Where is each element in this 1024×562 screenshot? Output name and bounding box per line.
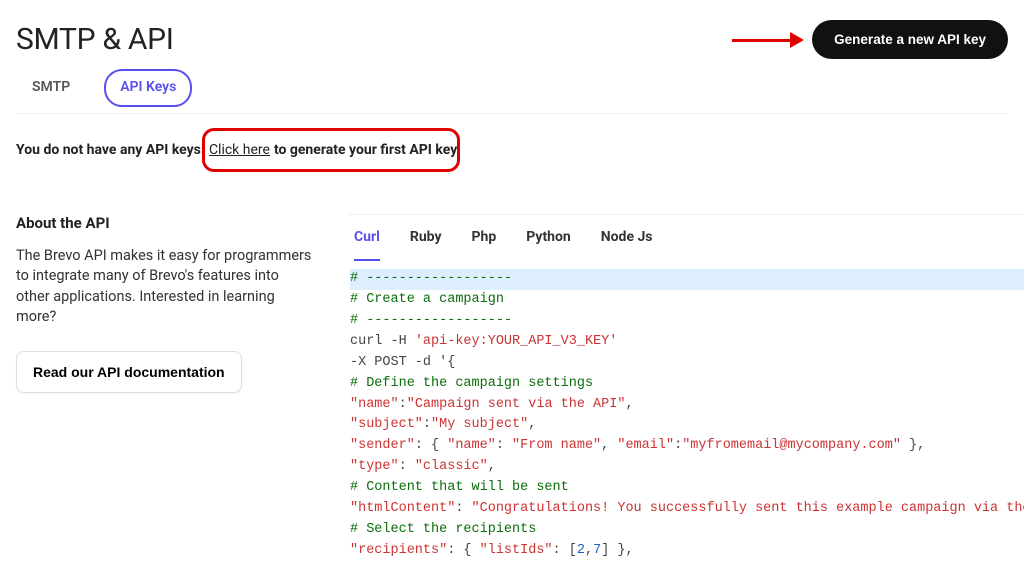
- code-language-tabs: Curl Ruby Php Python Node Js: [348, 215, 1024, 261]
- code-token: "email": [617, 438, 674, 453]
- code-token: "myfromemail@mycompany.com": [682, 438, 901, 453]
- code-token: : {: [415, 438, 447, 453]
- about-api-heading: About the API: [16, 214, 316, 232]
- code-tab-curl[interactable]: Curl: [354, 229, 380, 261]
- generate-api-key-button[interactable]: Generate a new API key: [812, 20, 1008, 59]
- code-token: },: [901, 438, 925, 453]
- notice-prefix: You do not have any API keys.: [16, 142, 205, 158]
- code-line: curl -H: [350, 334, 415, 349]
- code-token: : [: [553, 543, 577, 558]
- code-token: "htmlContent": [350, 501, 455, 516]
- code-token: "subject": [350, 417, 423, 432]
- notice-suffix: to generate your first API key.: [274, 142, 460, 158]
- read-api-docs-button[interactable]: Read our API documentation: [16, 351, 242, 393]
- code-token: "From name": [512, 438, 601, 453]
- annotation-arrow: [732, 33, 804, 47]
- code-token: "type": [350, 459, 399, 474]
- code-sample: # ------------------ # Create a campaign…: [348, 269, 1024, 562]
- code-line: -X POST -d ': [350, 355, 447, 370]
- code-line: # Content that will be sent: [350, 480, 569, 495]
- code-token: 'api-key:YOUR_API_V3_KEY': [415, 334, 618, 349]
- code-tab-ruby[interactable]: Ruby: [410, 229, 442, 261]
- generate-first-key-link[interactable]: Click here: [209, 142, 270, 158]
- code-token: "classic": [415, 459, 488, 474]
- code-token: "Campaign sent via the API": [407, 397, 626, 412]
- code-token: 2: [577, 543, 585, 558]
- no-keys-notice: You do not have any API keys. Click here…: [16, 142, 1008, 158]
- code-token: "name": [447, 438, 496, 453]
- tab-api-keys[interactable]: API Keys: [104, 69, 192, 107]
- code-token: "My subject": [431, 417, 528, 432]
- code-token: : {: [447, 543, 479, 558]
- code-tab-python[interactable]: Python: [526, 229, 571, 261]
- code-token: "listIds": [480, 543, 553, 558]
- code-line: # ------------------: [350, 313, 512, 328]
- code-tab-php[interactable]: Php: [472, 229, 497, 261]
- code-token: "Congratulations! You successfully sent …: [472, 501, 1024, 516]
- page-title: SMTP & API: [16, 22, 174, 57]
- tab-smtp[interactable]: SMTP: [16, 69, 86, 107]
- code-token: ] },: [601, 543, 633, 558]
- code-line: # Create a campaign: [350, 292, 504, 307]
- about-api-body: The Brevo API makes it easy for programm…: [16, 246, 316, 327]
- code-token: "name": [350, 397, 399, 412]
- generate-area: Generate a new API key: [732, 20, 1008, 59]
- code-tab-nodejs[interactable]: Node Js: [601, 229, 653, 261]
- code-line: # ------------------: [350, 269, 1024, 290]
- code-token: 7: [593, 543, 601, 558]
- code-line: # Define the campaign settings: [350, 376, 593, 391]
- main-tabs: SMTP API Keys: [16, 69, 1008, 114]
- code-token: "sender": [350, 438, 415, 453]
- code-line: # Select the recipients: [350, 522, 536, 537]
- code-token: {: [447, 355, 455, 370]
- code-token: "recipients": [350, 543, 447, 558]
